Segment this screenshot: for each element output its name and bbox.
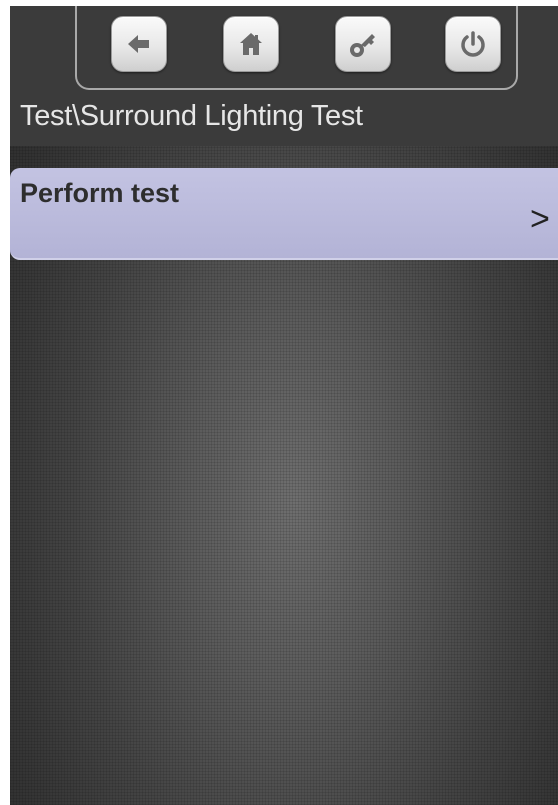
power-button[interactable] — [445, 16, 501, 72]
menu-item-label: Perform test — [20, 178, 180, 208]
back-button[interactable] — [111, 16, 167, 72]
login-button[interactable] — [335, 16, 391, 72]
power-icon — [459, 30, 487, 58]
key-icon — [348, 29, 378, 59]
arrow-left-icon — [126, 32, 152, 56]
breadcrumb: Test\Surround Lighting Test — [20, 100, 363, 132]
house-icon — [238, 31, 264, 57]
device-screen: Test\Surround Lighting Test Perform test… — [10, 6, 558, 805]
toolbar — [75, 6, 518, 90]
menu-item-perform-test[interactable]: Perform test > — [10, 168, 558, 260]
home-button[interactable] — [223, 16, 279, 72]
chevron-right-icon: > — [530, 200, 550, 238]
